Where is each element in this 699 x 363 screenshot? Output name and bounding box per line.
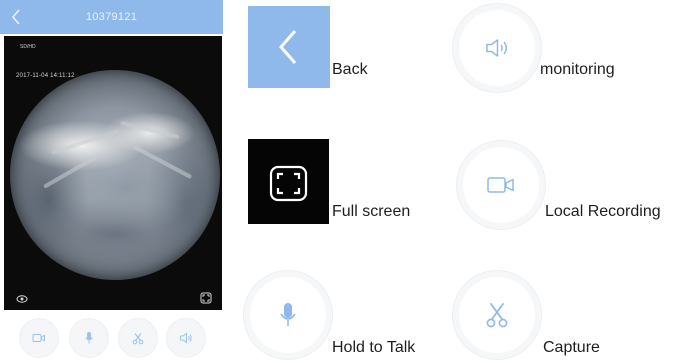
camera-view[interactable]: SD/HD 2017-11-04 14:11:12	[4, 36, 222, 310]
speaker-icon	[486, 39, 507, 57]
phone-header: 10379121	[0, 0, 223, 34]
scissors-icon	[486, 303, 508, 328]
capture-button[interactable]	[118, 318, 158, 358]
back-button[interactable]	[248, 6, 330, 88]
eye-icon[interactable]	[16, 294, 28, 304]
hold-to-talk-button[interactable]	[69, 318, 109, 358]
video-camera-icon	[487, 177, 514, 193]
speaker-icon	[180, 332, 192, 344]
monitoring-button[interactable]	[166, 318, 206, 358]
local-recording-button[interactable]	[463, 147, 539, 223]
local-recording-label: Local Recording	[545, 203, 661, 220]
video-camera-icon	[32, 334, 45, 342]
monitoring-label: monitoring	[540, 61, 615, 78]
microphone-icon	[280, 303, 296, 326]
phone-screen: 10379121 SD/HD 2017-11-04 14:11:12	[0, 0, 223, 363]
resolution-toggle[interactable]: SD/HD	[20, 44, 36, 50]
microphone-icon	[85, 332, 93, 344]
hold-to-talk-label: Hold to Talk	[332, 339, 416, 356]
video-timestamp: 2017-11-04 14:11:12	[16, 73, 75, 79]
capture-label: Capture	[543, 339, 600, 356]
full-screen-button[interactable]	[248, 139, 329, 224]
full-screen-label: Full screen	[332, 203, 411, 220]
capture-button[interactable]	[459, 277, 535, 353]
chevron-left-icon	[279, 30, 297, 64]
phone-control-bar	[0, 314, 223, 363]
monitoring-button[interactable]	[459, 10, 535, 86]
fisheye-video-feed	[10, 70, 220, 280]
scissors-icon	[132, 332, 144, 344]
hold-to-talk-button[interactable]	[250, 277, 326, 353]
device-title: 10379121	[85, 11, 138, 23]
back-label: Back	[332, 61, 368, 78]
fullscreen-icon[interactable]	[200, 292, 212, 304]
fullscreen-icon	[269, 165, 308, 202]
local-recording-button[interactable]	[19, 318, 59, 358]
